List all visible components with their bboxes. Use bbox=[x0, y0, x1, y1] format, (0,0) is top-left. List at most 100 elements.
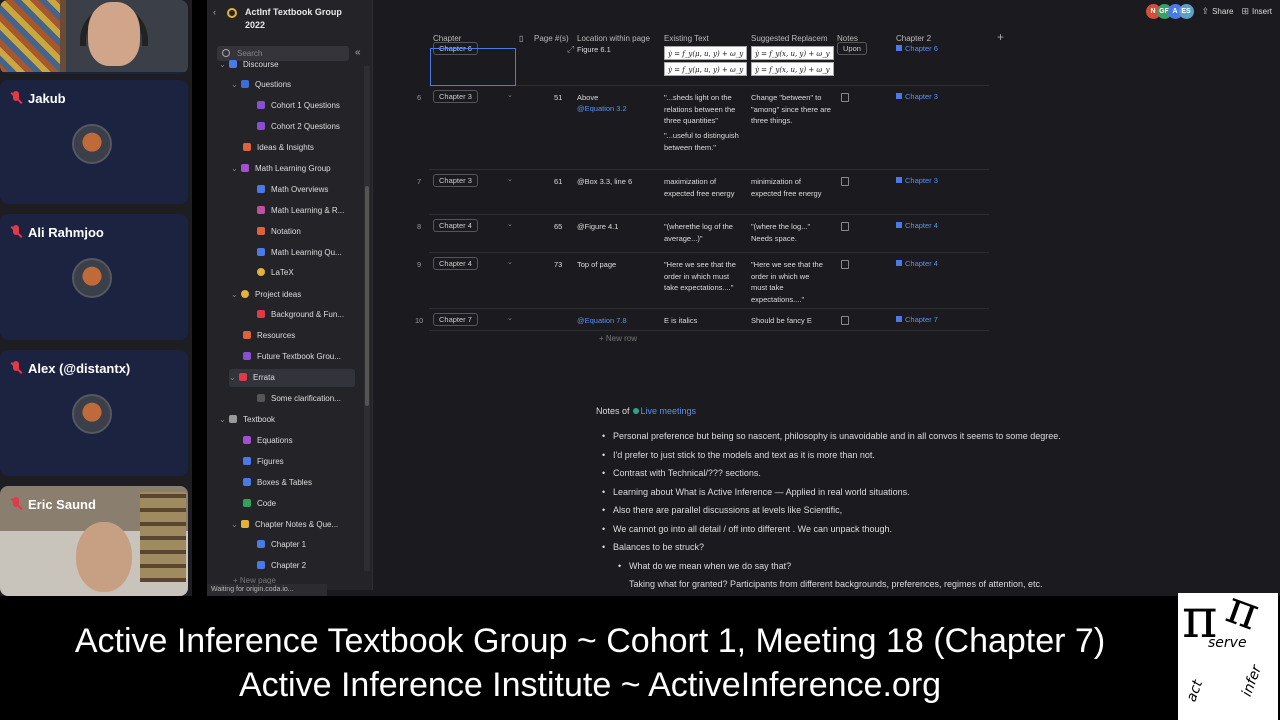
chevron-down-icon[interactable]: ⌄ bbox=[507, 220, 513, 228]
page-cell[interactable]: 65 bbox=[554, 221, 562, 233]
participant-tile[interactable]: Jakub bbox=[0, 80, 188, 204]
participant-video-host[interactable] bbox=[0, 0, 188, 74]
sidebar-item-errata[interactable]: ⌄ Errata bbox=[229, 369, 355, 387]
participant-tile[interactable]: Alex (@distantx) bbox=[0, 350, 188, 476]
chapter2-link[interactable]: Chapter 4 bbox=[896, 259, 938, 268]
chapter-select[interactable]: Chapter 3 bbox=[433, 174, 478, 187]
collapse-sidebar-icon[interactable]: « bbox=[355, 47, 361, 58]
sidebar-item-project-ideas[interactable]: ⌄ Project ideas bbox=[231, 286, 301, 304]
sidebar-item-math-learning-group[interactable]: ⌄ Math Learning Group bbox=[231, 160, 331, 178]
existing-text-cell[interactable]: maximization of expected free energy bbox=[664, 176, 744, 199]
sidebar-item-clarification[interactable]: Some clarification... bbox=[257, 390, 341, 408]
sidebar-item-figures[interactable]: Figures bbox=[243, 453, 284, 471]
notes-icon[interactable] bbox=[841, 222, 849, 231]
page-cell[interactable]: 73 bbox=[554, 259, 562, 271]
location-cell[interactable]: Figure 6.1 bbox=[577, 44, 611, 56]
sidebar-item-cohort2-questions[interactable]: Cohort 2 Questions bbox=[257, 118, 340, 136]
chapter2-link[interactable]: Chapter 3 bbox=[896, 92, 938, 101]
sidebar-item-math-overviews[interactable]: Math Overviews bbox=[257, 181, 328, 199]
column-header[interactable]: Page #(s) bbox=[534, 30, 576, 48]
sidebar-item-equations[interactable]: Equations bbox=[243, 432, 293, 450]
doc-title[interactable]: ActInf Textbook Group 2022 bbox=[245, 6, 355, 32]
existing-text-cell[interactable]: "Here we see that the order in which mus… bbox=[664, 259, 740, 294]
suggested-text-cell[interactable]: "Here we see that the order in which we … bbox=[751, 259, 827, 305]
sidebar-item-chapter-1[interactable]: Chapter 1 bbox=[257, 536, 306, 554]
notes-icon[interactable] bbox=[841, 316, 849, 325]
table-row[interactable]: 9 Chapter 4 ⌄ 73 Top of page "Here we se… bbox=[417, 253, 989, 309]
suggested-text-cell[interactable]: minimization of expected free energy bbox=[751, 176, 833, 199]
sidebar-item-code[interactable]: Code bbox=[243, 495, 276, 513]
chevron-down-icon[interactable]: ⌄ bbox=[507, 91, 513, 99]
table-row[interactable]: 7 Chapter 3 ⌄ 61 @Box 3.3, line 6 maximi… bbox=[417, 170, 989, 215]
chevron-down-icon[interactable]: ⌄ bbox=[507, 175, 513, 183]
new-row-button[interactable]: + New row bbox=[599, 334, 637, 343]
existing-text-cell[interactable]: E is italics bbox=[664, 315, 697, 327]
chapter2-link[interactable]: Chapter 7 bbox=[896, 315, 938, 324]
page-cell[interactable]: 51 bbox=[554, 92, 562, 104]
note-bullet[interactable]: Balances to be struck? bbox=[602, 542, 704, 552]
chapter-select[interactable]: Chapter 4 bbox=[433, 219, 478, 232]
table-row[interactable]: 8 Chapter 4 ⌄ 65 @Figure 4.1 "(wherethe … bbox=[417, 215, 989, 253]
sidebar-scrollbar[interactable] bbox=[364, 66, 370, 571]
suggested-text-cell[interactable]: Change "between" to "among" since there … bbox=[751, 92, 833, 127]
sidebar-item-future-textbook[interactable]: Future Textbook Grou... bbox=[243, 348, 341, 366]
existing-text-cell[interactable]: "...sheds light on the relations between… bbox=[664, 92, 744, 127]
back-chevron-icon[interactable]: ‹ bbox=[213, 6, 216, 19]
sidebar-item-background[interactable]: Background & Fun... bbox=[257, 306, 344, 324]
note-bullet[interactable]: Contrast with Technical/??? sections. bbox=[602, 468, 761, 478]
note-bullet[interactable]: We cannot go into all detail / off into … bbox=[602, 524, 892, 534]
chapter-select[interactable]: Chapter 7 bbox=[433, 313, 478, 326]
table-row[interactable]: 10 Chapter 7 ⌄ @Equation 7.8 E is italic… bbox=[415, 309, 989, 331]
location-link[interactable]: @Equation 3.2 bbox=[577, 103, 627, 115]
participant-tile[interactable]: Eric Saund bbox=[0, 486, 188, 596]
location-link[interactable]: @Equation 7.8 bbox=[577, 315, 627, 327]
share-button[interactable]: ⇪ Share bbox=[1202, 6, 1234, 17]
sidebar-item-chapter-2[interactable]: Chapter 2 bbox=[257, 557, 306, 575]
chapter-select[interactable]: Chapter 3 bbox=[433, 90, 478, 103]
insert-button[interactable]: ⊞ Insert bbox=[1241, 6, 1272, 17]
sidebar-item-chapter-notes[interactable]: ⌄ Chapter Notes & Que... bbox=[231, 516, 338, 534]
existing-text-cell[interactable]: "...useful to distinguish between them." bbox=[664, 130, 744, 153]
sidebar-item-notation[interactable]: Notation bbox=[257, 223, 301, 241]
chapter2-link[interactable]: Chapter 4 bbox=[896, 221, 938, 230]
notes-icon[interactable] bbox=[841, 93, 849, 102]
note-bullet[interactable]: Personal preference but being so nascent… bbox=[602, 431, 1061, 441]
collaborator-avatars[interactable]: N GF A ES bbox=[1145, 4, 1194, 19]
suggested-text-cell[interactable]: Should be fancy E bbox=[751, 315, 812, 327]
chevron-down-icon[interactable]: ⌄ bbox=[507, 314, 513, 322]
note-bullet[interactable]: Also there are parallel discussions at l… bbox=[602, 505, 842, 515]
location-cell[interactable]: Above bbox=[577, 92, 598, 104]
chapter2-link[interactable]: Chapter 3 bbox=[896, 176, 938, 185]
selected-cell[interactable] bbox=[430, 48, 516, 86]
live-meetings-link[interactable]: Live meetings bbox=[641, 406, 697, 416]
location-cell[interactable]: Top of page bbox=[577, 259, 616, 271]
chevron-down-icon[interactable]: ⌄ bbox=[507, 258, 513, 266]
table-row[interactable]: 6 Chapter 3 ⌄ 51 Above @Equation 3.2 "..… bbox=[417, 86, 989, 170]
sidebar-item-math-learning-qu[interactable]: Math Learning Qu... bbox=[257, 244, 342, 262]
sidebar-item-ideas[interactable]: Ideas & Insights bbox=[243, 139, 314, 157]
existing-text-cell[interactable]: "(wherethe log of the average...)" bbox=[664, 221, 748, 244]
chapter-select[interactable]: Chapter 4 bbox=[433, 257, 478, 270]
note-bullet[interactable]: I'd prefer to just stick to the models a… bbox=[602, 450, 875, 460]
chapter2-link[interactable]: Chapter 6 bbox=[896, 44, 938, 53]
location-cell[interactable]: @Box 3.3, line 6 bbox=[577, 176, 632, 188]
sidebar-item-discourse[interactable]: ⌄ Discourse bbox=[219, 56, 279, 74]
sidebar-item-latex[interactable]: LaTeX bbox=[257, 264, 294, 282]
notes-icon[interactable] bbox=[841, 260, 849, 269]
notes-cell[interactable]: Upon bbox=[837, 42, 867, 55]
location-cell[interactable]: @Figure 4.1 bbox=[577, 221, 618, 233]
page-cell[interactable]: 61 bbox=[554, 176, 562, 188]
sidebar-item-textbook[interactable]: ⌄ Textbook bbox=[219, 411, 275, 429]
notes-icon[interactable] bbox=[841, 177, 849, 186]
sidebar-item-boxes-tables[interactable]: Boxes & Tables bbox=[243, 474, 312, 492]
sidebar-item-resources[interactable]: Resources bbox=[243, 327, 295, 345]
suggested-text-cell[interactable]: "(where the log..." Needs space. bbox=[751, 221, 827, 244]
add-column-icon[interactable]: + bbox=[997, 30, 1004, 44]
sidebar-item-cohort1-questions[interactable]: Cohort 1 Questions bbox=[257, 97, 340, 115]
sidebar-item-math-learning-r[interactable]: Math Learning & R... bbox=[257, 202, 344, 220]
participant-tile[interactable]: Ali Rahmjoo bbox=[0, 214, 188, 340]
note-sub-bullet[interactable]: What do we mean when we do say that? bbox=[618, 561, 791, 571]
sidebar-item-questions[interactable]: ⌄ Questions bbox=[231, 76, 291, 94]
note-sub-bullet[interactable]: Taking what for granted? Participants fr… bbox=[629, 579, 1043, 590]
note-bullet[interactable]: Learning about What is Active Inference … bbox=[602, 487, 910, 497]
